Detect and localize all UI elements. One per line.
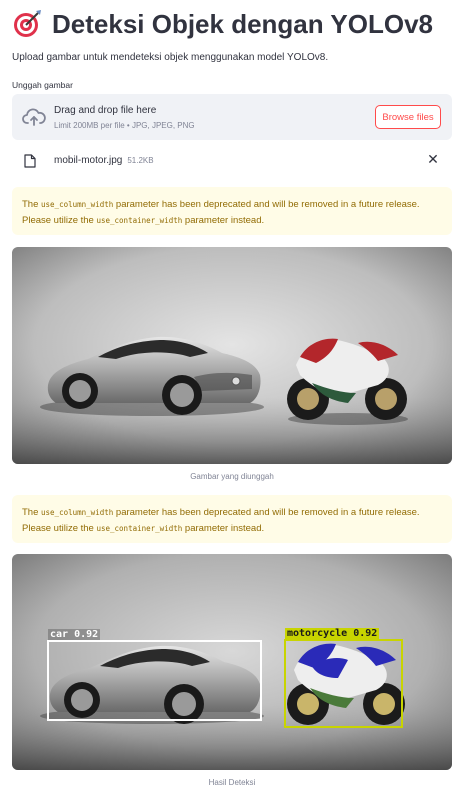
motorcycle-detection-label: motorcycle 0.92 (285, 628, 380, 639)
uploaded-file-item: mobil-motor.jpg 51.2KB ✕ (12, 148, 452, 174)
warning-text-before: The (22, 199, 42, 210)
uploaded-image (12, 247, 452, 464)
detection-result-image: car 0.92 motorcycle 0.92 (12, 554, 452, 770)
dropzone-hint: Limit 200MB per file • JPG, JPEG, PNG (54, 121, 195, 130)
deprecation-warning: The use_column_width parameter has been … (12, 495, 452, 543)
deprecation-warning: The use_column_width parameter has been … (12, 187, 452, 235)
page-subtitle: Upload gambar untuk mendeteksi objek men… (12, 52, 329, 63)
car-detection-label: car 0.92 (48, 629, 101, 640)
warning-param-old: use_column_width (41, 508, 114, 517)
cloud-upload-icon (22, 108, 46, 126)
warning-param-new: use_container_width (96, 524, 183, 533)
file-icon (24, 154, 36, 168)
file-name: mobil-motor.jpg 51.2KB (54, 155, 154, 166)
page-header: Deteksi Objek dengan YOLOv8 (12, 6, 433, 42)
warning-text-after: parameter instead. (182, 215, 265, 226)
file-size: 51.2KB (127, 156, 154, 165)
uploaded-image-caption: Gambar yang diunggah (190, 472, 274, 481)
detection-result-caption: Hasil Deteksi (208, 778, 256, 787)
warning-text-after: parameter instead. (182, 523, 265, 534)
motorcycle-bounding-box (284, 639, 403, 728)
warning-text-before: The (22, 507, 42, 518)
warning-param-new: use_container_width (96, 216, 183, 225)
dropzone-title: Drag and drop file here (54, 105, 157, 116)
car-bounding-box (47, 640, 262, 721)
file-name-text: mobil-motor.jpg (54, 155, 123, 166)
file-dropzone[interactable]: Drag and drop file here Limit 200MB per … (12, 94, 452, 140)
page-title: Deteksi Objek dengan YOLOv8 (52, 8, 433, 39)
uploader-label: Unggah gambar (12, 80, 73, 90)
warning-param-old: use_column_width (41, 200, 114, 209)
target-icon (14, 10, 41, 37)
close-icon[interactable]: ✕ (426, 153, 440, 167)
browse-files-button[interactable]: Browse files (375, 105, 441, 129)
